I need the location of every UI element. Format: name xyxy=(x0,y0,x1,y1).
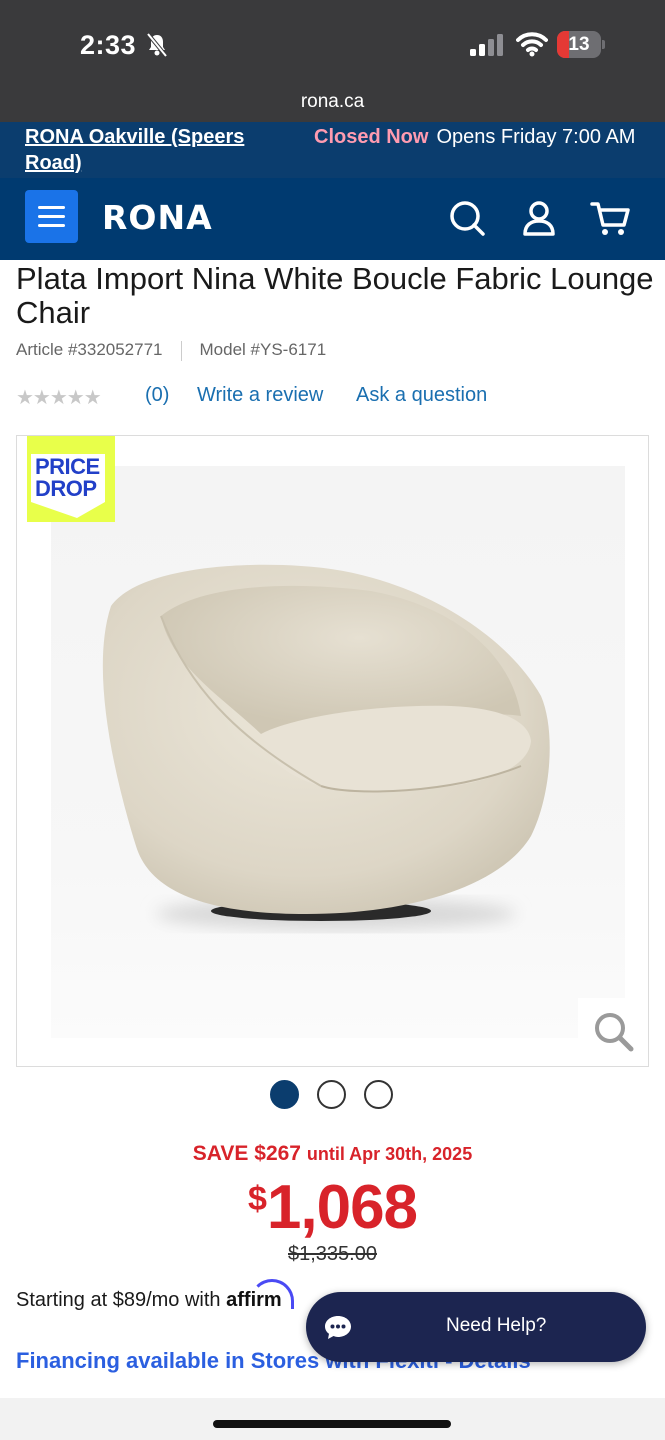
original-price: $1,335.00 xyxy=(288,1243,377,1265)
store-name-link[interactable]: RONA Oakville (Speers Road) xyxy=(25,124,295,176)
lounge-chair-image xyxy=(102,564,550,930)
save-until: until Apr 30th, 2025 xyxy=(306,1144,473,1164)
price-drop-badge: PRICE DROP xyxy=(27,436,115,522)
url-bar[interactable]: rona.ca xyxy=(0,88,665,122)
current-price: $1,068 xyxy=(0,1172,665,1243)
battery-icon: 13 xyxy=(557,31,605,58)
account-icon[interactable] xyxy=(519,198,559,238)
need-help-label: Need Help? xyxy=(446,1315,547,1336)
store-bar: RONA Oakville (Speers Road) Closed Now Op… xyxy=(0,122,665,178)
rating-row: ★★★★★ (0) Write a review Ask a question xyxy=(16,383,656,413)
affirm-financing[interactable]: Starting at $89/mo with affirm xyxy=(16,1279,295,1312)
cart-icon[interactable] xyxy=(590,198,630,238)
ask-question-link[interactable]: Ask a question xyxy=(356,384,487,407)
bottom-safe-area xyxy=(0,1398,665,1440)
rating-stars: ★★★★★ xyxy=(16,387,102,409)
battery-level: 13 xyxy=(568,34,590,55)
wifi-icon xyxy=(516,32,548,57)
rating-count-link[interactable]: (0) xyxy=(145,384,169,407)
store-opens-text: Opens Friday 7:00 AM xyxy=(436,126,636,148)
product-meta: Article #332052771 Model #YS-6171 xyxy=(16,340,326,361)
chat-bubble-icon xyxy=(325,1316,351,1339)
cellular-signal-icon xyxy=(470,34,503,56)
store-hours: Closed Now Opens Friday 7:00 AM xyxy=(314,124,644,150)
zoom-button[interactable] xyxy=(578,998,648,1066)
price-value: 1,068 xyxy=(266,1173,418,1242)
save-amount: SAVE $267 xyxy=(192,1142,301,1165)
gallery-pagination xyxy=(270,1080,400,1110)
affirm-prefix: Starting at $89/mo with xyxy=(16,1289,221,1311)
save-banner: SAVE $267 until Apr 30th, 2025 xyxy=(0,1142,665,1166)
logo-text: RONA xyxy=(102,198,213,237)
status-bar: 2:33 13 xyxy=(0,0,665,88)
rona-logo[interactable]: RONA xyxy=(102,198,242,238)
bell-muted-icon xyxy=(146,32,168,58)
home-indicator[interactable] xyxy=(213,1420,451,1428)
product-photo[interactable] xyxy=(51,466,625,1038)
store-closed-status: Closed Now xyxy=(314,126,429,148)
badge-line-2: DROP xyxy=(35,476,97,501)
gallery-dot-1[interactable] xyxy=(270,1080,299,1109)
model-number: Model #YS-6171 xyxy=(199,340,327,359)
gallery-dot-3[interactable] xyxy=(364,1080,393,1109)
need-help-chat-button[interactable]: Need Help? xyxy=(306,1292,646,1362)
badge-line-1: PRICE xyxy=(35,454,100,479)
write-review-link[interactable]: Write a review xyxy=(197,384,323,407)
header-nav: RONA xyxy=(0,178,665,260)
gallery-dot-2[interactable] xyxy=(317,1080,346,1109)
status-time: 2:33 xyxy=(80,30,137,60)
meta-divider xyxy=(180,340,182,361)
menu-button[interactable] xyxy=(25,190,78,243)
article-number: Article #332052771 xyxy=(16,340,163,359)
product-image-gallery[interactable]: PRICE DROP xyxy=(16,435,649,1067)
affirm-logo: affirm xyxy=(226,1279,295,1311)
price-currency: $ xyxy=(247,1180,267,1218)
product-title: Plata Import Nina White Boucle Fabric Lo… xyxy=(16,261,654,330)
search-icon[interactable] xyxy=(447,198,487,238)
zoom-icon xyxy=(595,1013,634,1052)
